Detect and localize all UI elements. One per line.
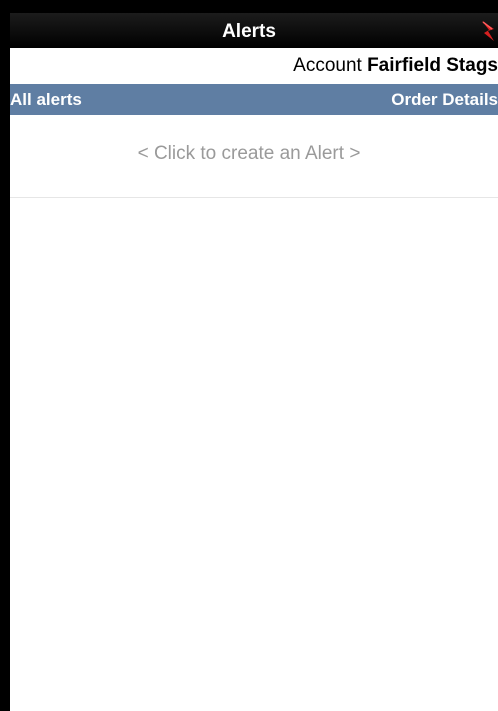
create-alert-prompt[interactable]: < Click to create an Alert > [10, 143, 498, 165]
app-frame: Alerts Account Fairfield Stags All alert… [0, 0, 498, 711]
account-label: Account [293, 55, 368, 76]
create-alert-row[interactable]: < Click to create an Alert > [10, 115, 498, 198]
account-name: Fairfield Stags [367, 55, 498, 76]
tab-bar: All alerts Order Details [10, 84, 498, 115]
tab-order-details[interactable]: Order Details [391, 84, 498, 115]
page-title: Alerts [222, 21, 276, 42]
tab-all-alerts[interactable]: All alerts [10, 84, 82, 115]
account-row: Account Fairfield Stags [10, 48, 498, 83]
title-bar: Alerts [10, 13, 498, 48]
close-icon[interactable] [480, 19, 496, 43]
alerts-screen: Alerts Account Fairfield Stags All alert… [10, 13, 498, 711]
